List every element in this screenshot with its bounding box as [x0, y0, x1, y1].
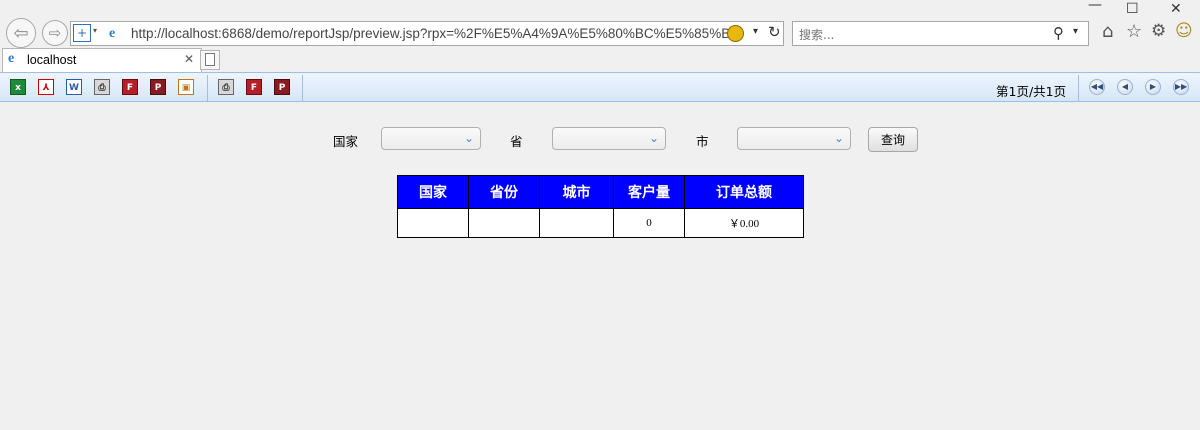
- chevron-down-icon: ⌄: [833, 131, 844, 145]
- maximize-icon[interactable]: ☐: [1126, 1, 1139, 17]
- header-city: 城市: [539, 175, 614, 209]
- country-select[interactable]: ⌄: [381, 127, 481, 150]
- cell-customer-count: 0: [613, 208, 685, 238]
- chevron-down-icon: ⌄: [463, 131, 474, 145]
- cell-province: [468, 208, 540, 238]
- print-icon[interactable]: ⎙: [94, 79, 110, 95]
- flash-print-icon[interactable]: F: [122, 79, 138, 95]
- forward-button[interactable]: ⇨: [42, 20, 68, 46]
- search-input[interactable]: [797, 25, 1046, 44]
- new-tab-icon: [205, 53, 215, 66]
- table-row: 0 ￥0.00: [397, 208, 804, 238]
- dropdown-small-icon[interactable]: ▾: [93, 26, 97, 35]
- tab-title: localhost: [27, 53, 77, 67]
- table-header-row: 国家 省份 城市 客户量 订单总额: [397, 175, 804, 209]
- prev-page-icon[interactable]: ◀: [1117, 79, 1133, 95]
- export-text-icon[interactable]: ▣: [178, 79, 194, 95]
- address-bar[interactable]: + ▾ e http://localhost:6868/demo/reportJ…: [70, 21, 784, 46]
- toolbar-separator: [1078, 75, 1079, 101]
- compat-view-icon[interactable]: +: [73, 24, 91, 42]
- toolbar-separator: [302, 75, 303, 101]
- header-customer-count: 客户量: [613, 175, 685, 209]
- last-page-icon[interactable]: ▶▶: [1173, 79, 1189, 95]
- new-tab-button[interactable]: [200, 50, 220, 70]
- cell-order-total: ￥0.00: [684, 208, 804, 238]
- url-text[interactable]: http://localhost:6868/demo/reportJsp/pre…: [131, 26, 731, 41]
- search-icon[interactable]: ⚲: [1053, 24, 1064, 42]
- chevron-down-icon: ⌄: [648, 131, 659, 145]
- export-word-icon[interactable]: W: [66, 79, 82, 95]
- province-label: 省: [510, 134, 523, 149]
- flash-print-2-icon[interactable]: F: [246, 79, 262, 95]
- page-info: 第1页/共1页: [996, 84, 1067, 99]
- minimize-icon[interactable]: —: [1088, 0, 1102, 13]
- ie-page-icon: e: [109, 26, 116, 41]
- toolbar-separator: [207, 75, 208, 101]
- search-dropdown-icon[interactable]: ▾: [1073, 26, 1078, 37]
- back-arrow-icon: ⇦: [13, 22, 29, 44]
- cell-city: [539, 208, 614, 238]
- query-button[interactable]: 查询: [868, 127, 918, 152]
- home-icon[interactable]: ⌂: [1102, 21, 1113, 42]
- address-row: ⇦ ⇨ + ▾ e http://localhost:6868/demo/rep…: [0, 18, 1200, 48]
- export-pdf-icon[interactable]: ⅄: [38, 79, 54, 95]
- report-table: 国家 省份 城市 客户量 订单总额 0 ￥0.00: [397, 175, 804, 238]
- settings-gear-icon[interactable]: ⚙: [1151, 21, 1166, 41]
- refresh-icon[interactable]: ↻: [768, 23, 781, 41]
- province-select[interactable]: ⌄: [552, 127, 666, 150]
- ie-tab-icon: e: [8, 51, 15, 66]
- tab-localhost[interactable]: e localhost ✕: [2, 48, 202, 72]
- export-excel-icon[interactable]: x: [10, 79, 26, 95]
- pdf-print-icon[interactable]: P: [150, 79, 166, 95]
- next-page-icon[interactable]: ▶: [1145, 79, 1161, 95]
- back-button[interactable]: ⇦: [6, 18, 36, 48]
- city-select[interactable]: ⌄: [737, 127, 851, 150]
- report-toolbar: x ⅄ W ⎙ F P ▣ ⎙ F P 第1页/共1页 ◀◀ ◀ ▶ ▶▶: [0, 72, 1200, 102]
- country-label: 国家: [333, 134, 359, 149]
- window-controls: — ☐ ✕: [1070, 0, 1200, 20]
- address-dropdown-icon[interactable]: ▾: [753, 26, 758, 37]
- first-page-icon[interactable]: ◀◀: [1089, 79, 1105, 95]
- forward-arrow-icon: ⇨: [48, 24, 62, 42]
- search-box[interactable]: ⚲ ▾: [792, 21, 1089, 46]
- tab-row: e localhost ✕: [0, 48, 1200, 72]
- cell-country: [397, 208, 469, 238]
- smiley-feedback-icon[interactable]: ☺: [1175, 21, 1193, 41]
- toolbar-addon-icon[interactable]: [727, 25, 744, 42]
- city-label: 市: [696, 134, 709, 149]
- close-tab-icon[interactable]: ✕: [184, 52, 194, 66]
- close-window-icon[interactable]: ✕: [1170, 1, 1182, 17]
- print-2-icon[interactable]: ⎙: [218, 79, 234, 95]
- header-province: 省份: [468, 175, 540, 209]
- header-order-total: 订单总额: [684, 175, 804, 209]
- pdf-print-2-icon[interactable]: P: [274, 79, 290, 95]
- header-country: 国家: [397, 175, 469, 209]
- favorites-star-icon[interactable]: ☆: [1126, 21, 1142, 42]
